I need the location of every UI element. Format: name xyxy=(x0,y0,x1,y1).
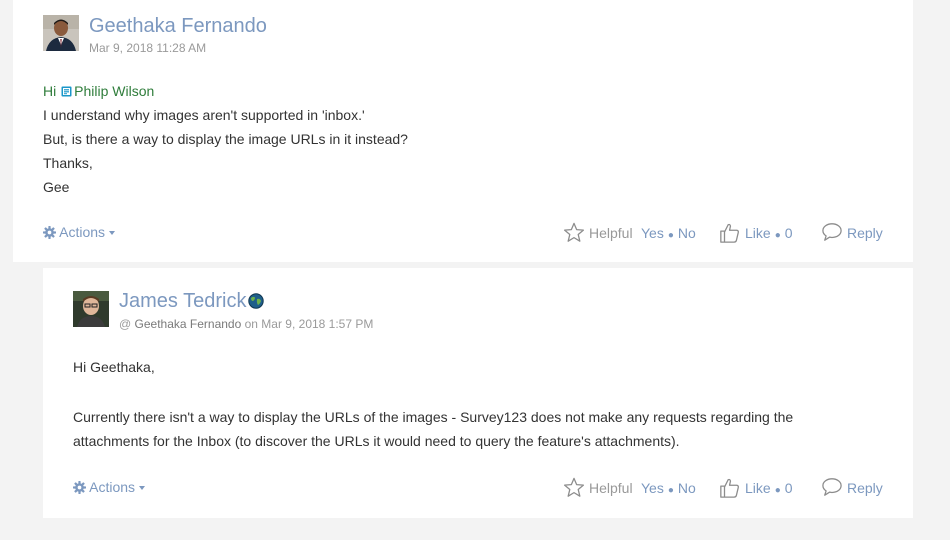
speech-bubble-icon xyxy=(822,478,842,496)
gear-icon xyxy=(43,226,56,239)
separator-dot: ● xyxy=(667,485,674,496)
body-line: Hi Philip Wilson xyxy=(43,79,408,103)
like-link[interactable]: Like xyxy=(745,225,771,241)
post-timestamp: Mar 9, 2018 11:28 AM xyxy=(89,41,207,55)
body-line: Hi Geethaka, xyxy=(73,359,155,375)
helpful-label: Helpful xyxy=(589,225,633,241)
post-timestamp: on Mar 9, 2018 1:57 PM xyxy=(244,317,374,331)
like-count: 0 xyxy=(784,225,793,241)
actions-label[interactable]: Actions xyxy=(59,224,105,240)
thumbs-up-icon[interactable] xyxy=(719,222,741,244)
separator-dot: ● xyxy=(774,230,781,241)
speech-bubble-icon xyxy=(822,223,842,241)
reply-link[interactable]: Reply xyxy=(847,222,883,244)
like-count: 0 xyxy=(784,480,793,496)
post-meta: @ Geethaka Fernando on Mar 9, 2018 1:57 … xyxy=(119,317,373,331)
avatar[interactable] xyxy=(73,291,109,327)
body-line: Thanks, xyxy=(43,155,93,171)
actions-menu[interactable]: Actions xyxy=(43,223,116,241)
author-name[interactable]: Geethaka Fernando xyxy=(89,15,267,37)
post-toolbar: Helpful Yes ● No Like ● 0 Reply xyxy=(563,222,903,244)
body-line: But, is there a way to display the image… xyxy=(43,131,408,147)
globe-badge-icon xyxy=(248,293,265,309)
author-name[interactable]: James Tedrick xyxy=(119,290,246,312)
helpful-label: Helpful xyxy=(589,480,633,496)
body-line: Gee xyxy=(43,179,70,195)
yes-link[interactable]: Yes xyxy=(641,225,664,241)
reply-to-prefix: @ xyxy=(119,317,132,331)
reply-link[interactable]: Reply xyxy=(847,477,883,499)
avatar[interactable] xyxy=(43,15,79,51)
post-geethaka: Geethaka Fernando Mar 9, 2018 11:28 AM H… xyxy=(13,0,913,262)
yes-link[interactable]: Yes xyxy=(641,480,664,496)
chevron-down-icon xyxy=(139,486,146,490)
body-line: I understand why images aren't supported… xyxy=(43,107,365,123)
no-link[interactable]: No xyxy=(678,225,696,241)
actions-menu[interactable]: Actions xyxy=(73,478,146,496)
body-line: Currently there isn't a way to display t… xyxy=(73,409,794,425)
actions-label[interactable]: Actions xyxy=(89,479,135,495)
mention-link[interactable]: Philip Wilson xyxy=(74,83,154,99)
greeting: Hi xyxy=(43,83,57,99)
star-icon xyxy=(563,222,585,242)
post-body: Hi Philip Wilson I understand why images… xyxy=(43,79,408,199)
star-icon xyxy=(563,477,585,497)
no-link[interactable]: No xyxy=(678,480,696,496)
reply-to-link[interactable]: Geethaka Fernando xyxy=(135,317,242,331)
gear-icon xyxy=(73,481,86,494)
post-body: Hi Geethaka, Currently there isn't a way… xyxy=(73,355,793,453)
body-line: attachments for the Inbox (to discover t… xyxy=(73,433,680,449)
thumbs-up-icon[interactable] xyxy=(719,477,741,499)
like-link[interactable]: Like xyxy=(745,480,771,496)
post-james: James Tedrick @ Geethaka Fernando on Mar… xyxy=(43,268,913,518)
mention-user-icon xyxy=(61,86,72,97)
author-name-row: James Tedrick xyxy=(119,290,265,312)
post-toolbar: Helpful Yes ● No Like ● 0 Reply xyxy=(563,477,903,499)
separator-dot: ● xyxy=(774,485,781,496)
chevron-down-icon xyxy=(109,231,116,235)
separator-dot: ● xyxy=(667,230,674,241)
